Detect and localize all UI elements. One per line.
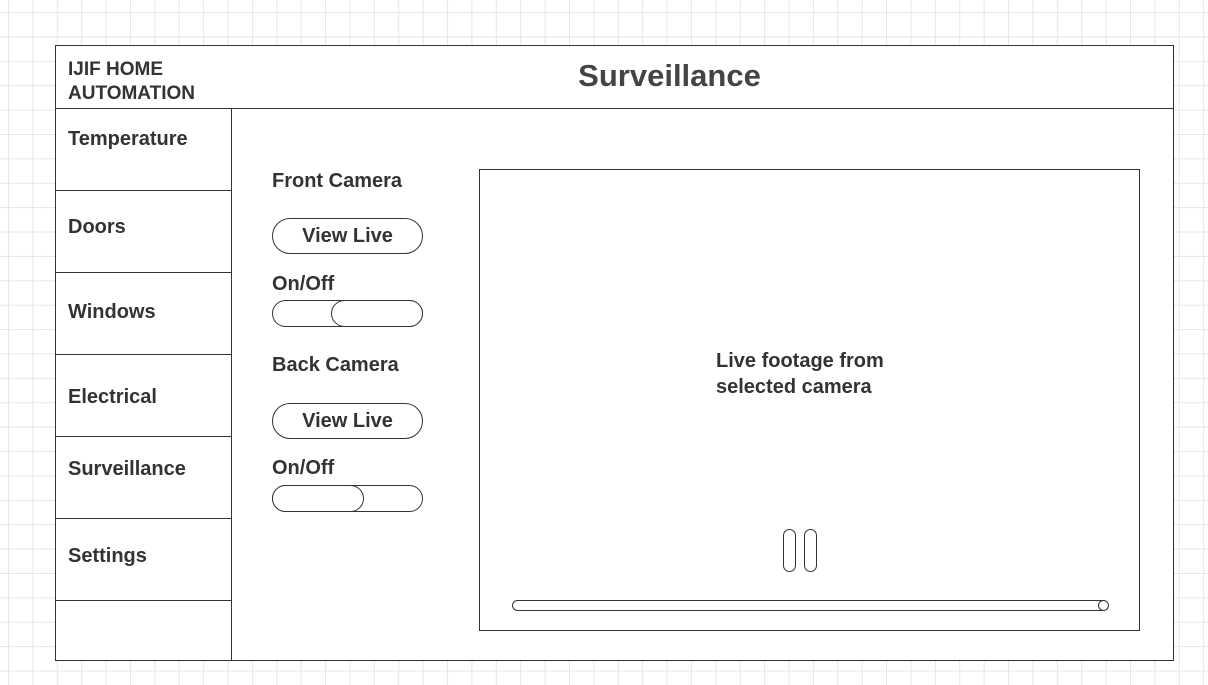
back-camera-label: Back Camera	[272, 354, 399, 376]
sidebar-item-windows[interactable]: Windows	[56, 272, 231, 355]
sidebar-item-label: Electrical	[68, 386, 157, 408]
back-toggle-label: On/Off	[272, 457, 335, 479]
video-caption: Live footage from selected camera	[716, 350, 884, 398]
sidebar-item-label: Doors	[68, 216, 126, 238]
toggle-knob	[331, 300, 423, 327]
progress-handle[interactable]	[1098, 600, 1109, 611]
page-title: Surveillance	[578, 58, 761, 93]
sidebar-item-temperature[interactable]: Temperature	[56, 108, 231, 191]
sidebar-item-doors[interactable]: Doors	[56, 190, 231, 273]
sidebar-item-label: Windows	[68, 301, 156, 323]
sidebar-item-settings[interactable]: Settings	[56, 518, 231, 601]
sidebar-item-electrical[interactable]: Electrical	[56, 354, 231, 437]
front-camera-toggle[interactable]	[272, 300, 423, 327]
sidebar-item-surveillance[interactable]: Surveillance	[56, 436, 231, 519]
sidebar-item-label: Surveillance	[68, 458, 186, 480]
back-view-live-button[interactable]: View Live	[272, 403, 423, 439]
sidebar: Temperature Doors Windows Electrical Sur…	[56, 108, 232, 661]
app-frame: IJIF HOME AUTOMATION Surveillance Temper…	[55, 45, 1174, 661]
sidebar-item-label: Temperature	[68, 128, 188, 150]
pause-bar-right	[804, 529, 817, 572]
header: IJIF HOME AUTOMATION Surveillance	[56, 46, 1173, 109]
front-view-live-button[interactable]: View Live	[272, 218, 423, 254]
front-toggle-label: On/Off	[272, 273, 335, 295]
back-camera-toggle[interactable]	[272, 485, 423, 512]
pause-bar-left	[783, 529, 796, 572]
sidebar-item-label: Settings	[68, 545, 147, 567]
front-camera-label: Front Camera	[272, 170, 403, 192]
live-video-panel[interactable]: Live footage from selected camera	[479, 169, 1140, 631]
video-progress-bar[interactable]	[512, 600, 1109, 611]
toggle-knob	[272, 485, 364, 512]
